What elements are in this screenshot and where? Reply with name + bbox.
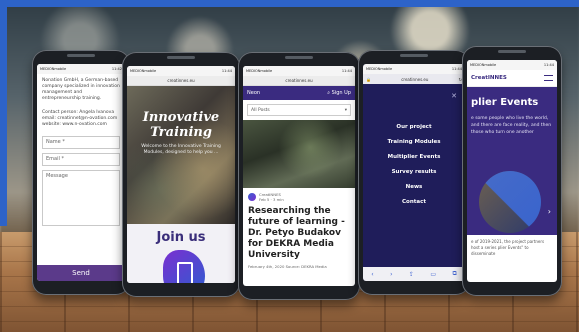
close-icon[interactable]: ✕ [451, 92, 457, 100]
chevron-right-icon[interactable]: › [548, 207, 551, 216]
status-bar: MEDIONmobile 11:44 [363, 64, 465, 74]
phone4-screen: MEDIONmobile 11:44 🔒 creatinnes.eu ↻ ✕ O… [363, 64, 465, 281]
contact-text: Contact person: Angela Ivanova email: cr… [42, 110, 118, 127]
name-field[interactable]: Name * [42, 136, 120, 149]
send-button[interactable]: Send [37, 265, 125, 281]
post-date: February 4th, 2020 Source: DEKRA Media [248, 264, 327, 269]
menu-item-training-modules[interactable]: Training Modules [363, 139, 465, 145]
email-field[interactable]: Email * [42, 153, 120, 166]
carrier: MEDIONmobile [130, 69, 157, 73]
clock: 11:42 [111, 67, 122, 71]
status-bar: MEDIONmobile 11:42 [37, 64, 125, 74]
phone1-screen: MEDIONmobile 11:42 Nonation GmbH, a Germ… [37, 64, 125, 281]
tabs-icon[interactable]: ⧉ [452, 270, 456, 278]
hero-image: Innovative Training Welcome to the Innov… [127, 86, 235, 224]
url-bar[interactable]: 🔒 creatinnes.eu ↻ [363, 74, 465, 84]
door-icon[interactable] [177, 262, 193, 283]
nav-left[interactable]: Neon [247, 90, 260, 96]
menu-item-news[interactable]: News [363, 184, 465, 190]
join-heading: Join us [156, 230, 206, 245]
browser-toolbar: ‹ › ⇪ ▭ ⧉ [363, 267, 465, 281]
blue-frame-top [0, 0, 579, 7]
post-title[interactable]: Researching the future of learning -Dr. … [243, 206, 355, 261]
author-meta: Feb 5 · 3 min [259, 197, 284, 202]
site-logo[interactable]: CreatINNES [471, 75, 507, 81]
carrier: MEDIONmobile [366, 67, 393, 71]
events-description: e of 2019-2021, the project partners hos… [471, 239, 545, 256]
site-header: Neon ⌕ Sign Up [243, 86, 355, 100]
lock-icon: 🔒 [366, 76, 371, 82]
carrier: MEDIONmobile [470, 63, 497, 67]
clock: 11:44 [221, 69, 232, 73]
share-icon[interactable]: ⇪ [409, 271, 414, 278]
phone-blog-post: MEDIONmobile 11:44 creatinnes.eu Neon ⌕ … [238, 52, 360, 300]
events-banner: plier Events e some people who live the … [467, 87, 557, 235]
phone3-screen: MEDIONmobile 11:44 creatinnes.eu Neon ⌕ … [243, 66, 355, 286]
url-bar[interactable]: creatinnes.eu [243, 76, 355, 86]
phone2-screen: MEDIONmobile 11:44 creatinnes.eu Innovat… [127, 66, 235, 283]
posts-filter[interactable]: All Posts ▾ [247, 104, 351, 116]
banner-title: plier Events [471, 97, 539, 108]
menu-item-multiplier-events[interactable]: Multiplier Events [363, 154, 465, 160]
status-bar: MEDIONmobile 11:44 [467, 60, 557, 70]
bookmarks-icon[interactable]: ▭ [430, 271, 436, 278]
clock: 11:44 [543, 63, 554, 67]
phone-contact-form: MEDIONmobile 11:42 Nonation GmbH, a Germ… [32, 50, 130, 295]
phone-multiplier-events: MEDIONmobile 11:44 CreatINNES plier Even… [462, 46, 562, 296]
avatar [248, 193, 256, 201]
post-author: CreatINNES Feb 5 · 3 min [243, 188, 355, 206]
header-actions: ⌕ Sign Up [327, 90, 351, 96]
chevron-down-icon: ▾ [344, 107, 347, 113]
hamburger-menu-icon[interactable] [544, 75, 553, 81]
signup-link[interactable]: Sign Up [332, 90, 351, 96]
hero-title: Innovative Training [142, 110, 220, 140]
blue-frame-left [0, 0, 7, 226]
phone-navigation-menu: MEDIONmobile 11:44 🔒 creatinnes.eu ↻ ✕ O… [358, 50, 470, 295]
banner-image [479, 171, 541, 233]
clock: 11:44 [341, 69, 352, 73]
status-bar: MEDIONmobile 11:44 [127, 66, 235, 76]
url-text: creatinnes.eu [401, 76, 429, 82]
message-field[interactable]: Message [42, 170, 120, 226]
phone-innovative-training: MEDIONmobile 11:44 creatinnes.eu Innovat… [122, 52, 240, 297]
carrier: MEDIONmobile [246, 69, 273, 73]
nav-menu: Our project Training Modules Multiplier … [363, 124, 465, 214]
menu-item-survey-results[interactable]: Survey results [363, 169, 465, 175]
clock: 11:44 [451, 67, 462, 71]
phone5-screen: MEDIONmobile 11:44 CreatINNES plier Even… [467, 60, 557, 282]
search-icon[interactable]: ⌕ [327, 90, 330, 96]
hero-subtitle: Welcome to the Innovative Training Modul… [141, 144, 221, 155]
url-bar[interactable]: creatinnes.eu [127, 76, 235, 86]
menu-item-contact[interactable]: Contact [363, 199, 465, 205]
status-bar: MEDIONmobile 11:44 [243, 66, 355, 76]
intro-text: Nonation GmbH, a German-based company sp… [42, 78, 120, 101]
join-section: Join us [127, 224, 235, 283]
scene: MEDIONmobile 11:42 Nonation GmbH, a Germ… [0, 0, 579, 332]
post-image[interactable] [243, 120, 355, 188]
forward-icon[interactable]: › [390, 271, 392, 278]
site-header: CreatINNES [467, 70, 557, 87]
carrier: MEDIONmobile [40, 67, 67, 71]
banner-text: e some people who live the world, and th… [471, 116, 552, 135]
posts-filter-label: All Posts [251, 107, 270, 113]
back-icon[interactable]: ‹ [371, 271, 373, 278]
menu-item-our-project[interactable]: Our project [363, 124, 465, 130]
